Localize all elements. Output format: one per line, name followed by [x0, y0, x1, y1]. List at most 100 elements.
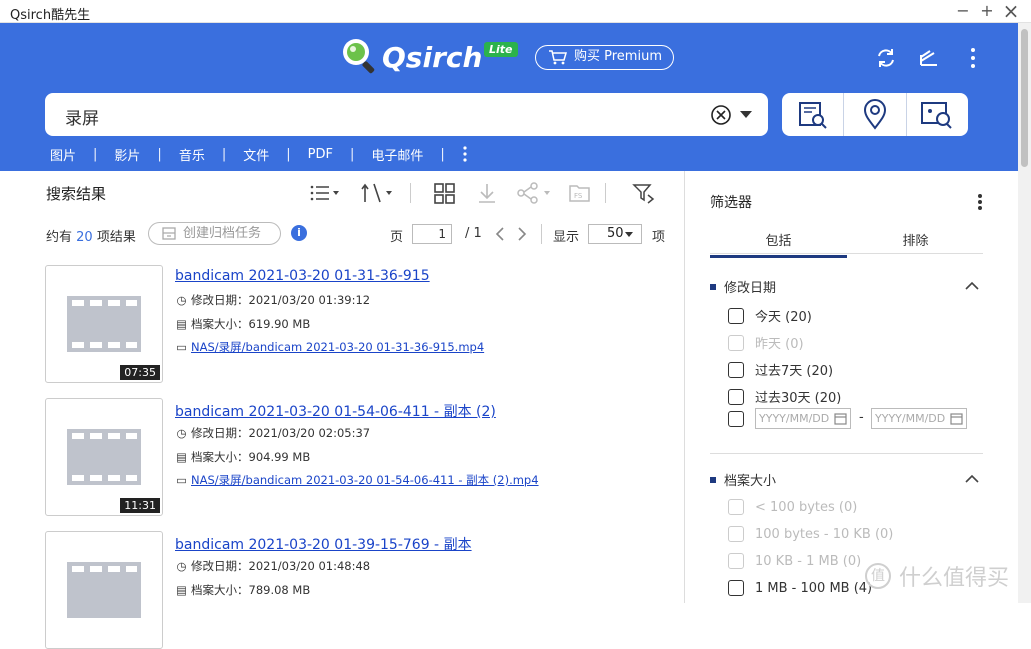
download-button[interactable] — [476, 181, 498, 205]
video-thumbnail[interactable] — [45, 531, 163, 649]
image-search-button[interactable] — [907, 93, 968, 136]
results-count: 20 — [76, 230, 93, 245]
start-date-input[interactable]: YYYY/MM/DD — [755, 408, 851, 429]
category-pdf[interactable]: PDF — [308, 147, 333, 162]
filter-option-size-1mb-100mb[interactable]: 1 MB - 100 MB (4) — [728, 580, 872, 596]
result-title-link[interactable]: bandicam 2021-03-20 01-54-06-411 - 副本 (2… — [175, 401, 496, 421]
refresh-icon[interactable] — [873, 45, 899, 71]
create-archive-task-button[interactable]: 创建归档任务 — [148, 222, 281, 245]
per-page-select[interactable]: 50 — [588, 224, 642, 244]
next-page-icon[interactable] — [516, 226, 528, 242]
checkbox[interactable] — [728, 526, 744, 542]
calendar-icon[interactable] — [950, 412, 963, 425]
scrollbar-thumb[interactable] — [1021, 29, 1028, 167]
filestation-button[interactable]: FS — [568, 181, 592, 205]
chevron-up-icon[interactable] — [965, 281, 979, 291]
checkbox[interactable] — [728, 553, 744, 569]
video-duration: 07:35 — [120, 365, 160, 380]
image-search-icon — [921, 101, 953, 129]
share-icon — [517, 182, 550, 204]
category-videos[interactable]: 影片 — [114, 145, 140, 164]
start-date-placeholder: YYYY/MM/DD — [759, 412, 830, 425]
filter-option-size-10kb-1mb[interactable]: 10 KB - 1 MB (0) — [728, 553, 861, 569]
end-date-input[interactable]: YYYY/MM/DD — [871, 408, 967, 429]
location-search-button[interactable] — [844, 93, 907, 136]
category-more-icon[interactable] — [462, 146, 468, 162]
search-bar[interactable]: 录屏 — [45, 93, 768, 136]
checkbox[interactable] — [728, 580, 744, 596]
search-input[interactable]: 录屏 — [65, 104, 99, 129]
checkbox[interactable] — [728, 334, 744, 351]
result-path-link[interactable]: NAS/录屏/bandicam 2021-03-20 01-31-36-915.… — [191, 340, 484, 354]
video-thumbnail[interactable]: 07:35 — [45, 265, 163, 383]
page-number-input[interactable]: 1 — [412, 224, 452, 244]
result-title-link[interactable]: bandicam 2021-03-20 01-39-15-769 - 副本 — [175, 534, 472, 554]
tab-exclude[interactable]: 排除 — [847, 230, 984, 255]
more-menu-icon[interactable] — [960, 45, 986, 71]
checkbox[interactable] — [728, 411, 744, 427]
pager-divider — [541, 224, 542, 244]
filter-option-custom-range[interactable] — [728, 411, 755, 427]
checkbox[interactable] — [728, 361, 744, 378]
watermark-icon: 值 — [865, 563, 891, 589]
checkbox[interactable] — [728, 499, 744, 515]
previous-page-icon[interactable] — [494, 226, 506, 242]
buy-premium-button[interactable]: 购买 Premium — [535, 45, 674, 70]
filter-option-last-30-days[interactable]: 过去30天 (20) — [728, 387, 841, 406]
watermark-text: 什么值得买 — [899, 566, 1010, 591]
category-separator: | — [93, 146, 98, 162]
search-options-dropdown-icon[interactable] — [740, 111, 752, 118]
list-view-button[interactable] — [309, 181, 339, 205]
toolbar-divider — [605, 183, 606, 203]
minimize-button[interactable]: − — [952, 1, 974, 21]
window-scrollbar[interactable] — [1018, 23, 1031, 603]
checkbox[interactable] — [728, 307, 744, 324]
file-size-section-header[interactable]: 档案大小 — [710, 470, 776, 489]
filter-option-size-under-100b[interactable]: < 100 bytes (0) — [728, 499, 857, 515]
video-thumbnail[interactable]: 11:31 — [45, 398, 163, 516]
premium-label: 购买 Premium — [574, 49, 662, 64]
filter-more-icon[interactable] — [977, 193, 983, 211]
filter-toggle-button[interactable] — [632, 181, 656, 205]
sort-button[interactable] — [360, 181, 394, 205]
category-email[interactable]: 电子邮件 — [371, 145, 423, 164]
filter-option-size-100b-10kb[interactable]: 100 bytes - 10 KB (0) — [728, 526, 893, 542]
window-titlebar: Qsirch酷先生 − + × — [0, 0, 1031, 23]
calendar-icon[interactable] — [834, 412, 847, 425]
size-value: 619.90 MB — [248, 317, 311, 331]
result-path-link[interactable]: NAS/录屏/bandicam 2021-03-20 01-54-06-411 … — [191, 473, 539, 487]
category-music[interactable]: 音乐 — [179, 145, 205, 164]
option-label: 100 bytes - 10 KB (0) — [755, 526, 894, 542]
film-strip-icon — [67, 296, 141, 352]
filter-option-yesterday[interactable]: 昨天 (0) — [728, 333, 804, 352]
grid-view-button[interactable] — [433, 181, 457, 205]
filter-option-today[interactable]: 今天 (20) — [728, 306, 812, 325]
page-total: / 1 — [465, 226, 482, 241]
maximize-button[interactable]: + — [976, 1, 998, 21]
clear-search-icon[interactable] — [710, 104, 732, 126]
modified-date-section-header[interactable]: 修改日期 — [710, 277, 776, 296]
result-title-link[interactable]: bandicam 2021-03-20 01-31-36-915 — [175, 268, 430, 284]
share-button[interactable] — [516, 181, 552, 205]
result-item: 07:35 bandicam 2021-03-20 01-31-36-915 ◷… — [45, 265, 665, 383]
category-images[interactable]: 图片 — [50, 145, 76, 164]
results-summary: 约有 20 项结果 — [46, 226, 136, 245]
show-label: 显示 — [553, 230, 580, 245]
checkbox[interactable] — [728, 388, 744, 405]
filter-option-last-7-days[interactable]: 过去7天 (20) — [728, 360, 833, 379]
category-documents[interactable]: 文件 — [243, 145, 269, 164]
info-icon[interactable]: i — [291, 225, 307, 241]
result-item: 11:31 bandicam 2021-03-20 01-54-06-411 -… — [45, 398, 665, 516]
modified-label: 修改日期： — [191, 293, 249, 307]
stack-layers-icon[interactable] — [916, 45, 942, 71]
result-modified: ◷ 修改日期：2021/03/20 01:48:48 — [175, 558, 370, 574]
filestation-icon: FS — [569, 185, 590, 202]
section-label: 档案大小 — [724, 474, 777, 489]
qsirch-logo: Qsirch Lite — [338, 35, 518, 75]
filter-title: 筛选器 — [710, 195, 752, 211]
chevron-up-icon[interactable] — [965, 474, 979, 484]
close-button[interactable]: × — [1000, 1, 1022, 21]
filter-funnel-icon — [632, 184, 655, 204]
video-duration: 11:31 — [120, 498, 160, 513]
document-search-button[interactable] — [782, 93, 845, 136]
